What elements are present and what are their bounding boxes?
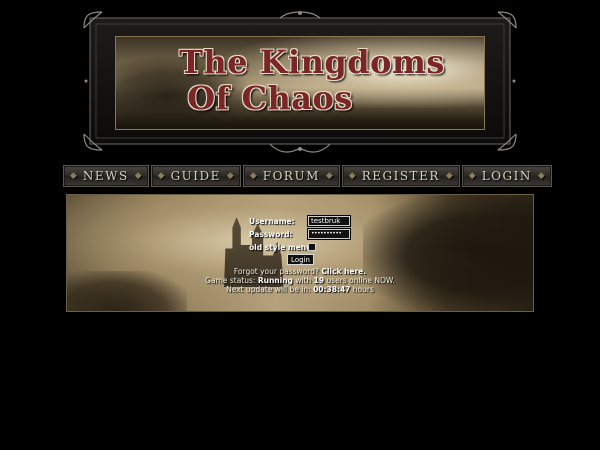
old-style-checkbox[interactable] <box>308 243 316 251</box>
game-status-line: Game status: Running with 19 users onlin… <box>67 276 533 285</box>
ornament-icon: ◆ <box>226 171 234 181</box>
password-input[interactable]: •••••••••• <box>307 228 351 240</box>
password-label: Password: <box>249 229 293 239</box>
next-update-line: Next update will be in: 00:38:47 hours <box>67 285 533 294</box>
nav-news-label: NEWS <box>82 169 129 183</box>
username-input[interactable]: testbruk <box>307 215 351 227</box>
ornament-icon: ◆ <box>134 171 142 181</box>
forgot-password-link[interactable]: Click here. <box>321 267 366 276</box>
username-label: Username: <box>249 216 295 226</box>
nav-forum-button[interactable]: ◆ FORUM ◆ <box>242 165 340 187</box>
update-prefix: Next update will be in: <box>226 285 311 294</box>
ornament-icon: ◆ <box>468 171 476 181</box>
status-value: Running <box>257 276 293 285</box>
main-nav: ◆ NEWS ◆ ◆ GUIDE ◆ ◆ FORUM ◆ ◆ REGISTER … <box>63 165 552 187</box>
nav-register-button[interactable]: ◆ REGISTER ◆ <box>341 165 460 187</box>
banner-image: The Kingdoms Of Chaos <box>115 36 485 130</box>
ornament-icon: ◆ <box>157 171 165 181</box>
status-with: with <box>295 276 312 285</box>
login-button[interactable]: Login <box>287 254 314 265</box>
old-style-row: old style menu <box>249 241 312 253</box>
ornament-icon: ◆ <box>348 171 356 181</box>
nav-guide-button[interactable]: ◆ GUIDE ◆ <box>150 165 241 187</box>
old-style-label: old style menu <box>249 242 312 252</box>
forgot-text: Forgot your password? <box>233 267 319 276</box>
forgot-password-line: Forgot your password? Click here. <box>67 267 533 276</box>
ornament-icon: ◆ <box>445 171 453 181</box>
forest-illustration <box>363 195 533 311</box>
username-row: Username: <box>249 215 295 227</box>
users-count: 19 <box>313 276 325 285</box>
nav-guide-label: GUIDE <box>170 169 221 183</box>
ornament-icon: ◆ <box>537 171 545 181</box>
users-suffix: users online NOW. <box>326 276 395 285</box>
logo-title-line1: The Kingdoms <box>179 43 445 81</box>
nav-news-button[interactable]: ◆ NEWS ◆ <box>63 165 149 187</box>
nav-login-label: LOGIN <box>481 169 532 183</box>
ornament-icon: ◆ <box>70 171 77 181</box>
update-suffix: hours <box>352 285 374 294</box>
ornament-icon: ◆ <box>249 171 257 181</box>
nav-register-label: REGISTER <box>361 169 440 183</box>
site-banner: The Kingdoms Of Chaos <box>80 8 520 154</box>
status-prefix: Game status: <box>205 276 256 285</box>
password-row: Password: <box>249 228 292 240</box>
logo-title-line2: Of Chaos <box>187 79 353 117</box>
ornament-icon: ◆ <box>325 171 333 181</box>
nav-forum-label: FORUM <box>262 169 320 183</box>
login-panel: Username: testbruk Password: •••••••••• … <box>66 194 534 312</box>
update-time: 00:38:47 <box>313 285 351 294</box>
nav-login-button[interactable]: ◆ LOGIN ◆ <box>461 165 552 187</box>
